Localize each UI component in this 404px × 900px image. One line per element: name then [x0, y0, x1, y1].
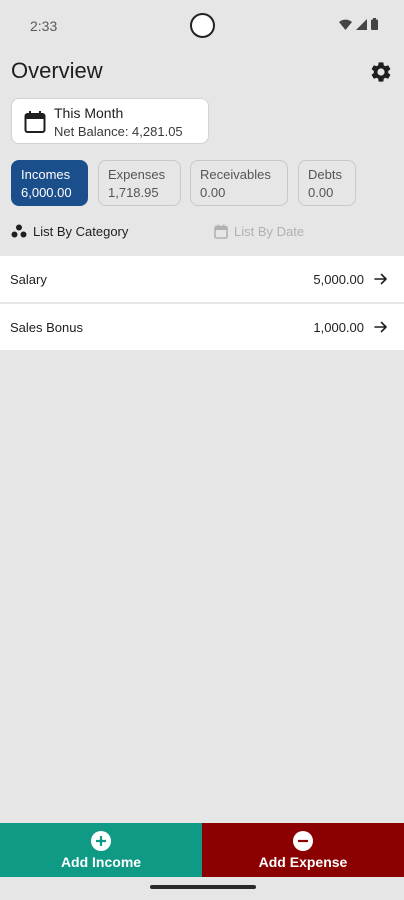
tab-incomes[interactable]: Incomes 6,000.00 — [11, 160, 88, 206]
minus-circle-icon — [293, 830, 313, 851]
bottom-action-bar: Add Income Add Expense — [0, 823, 404, 877]
period-selector[interactable]: This Month Net Balance: 4,281.05 — [11, 98, 209, 144]
list-item[interactable]: Sales Bonus 1,000.00 — [0, 304, 404, 352]
list-by-date-label: List By Date — [234, 223, 305, 239]
status-icons — [339, 18, 378, 30]
category-name: Sales Bonus — [10, 319, 83, 335]
add-income-button[interactable]: Add Income — [0, 823, 202, 877]
tab-label: Incomes — [21, 167, 71, 182]
add-income-label: Add Income — [60, 853, 142, 870]
category-amount: 1,000.00 — [313, 319, 364, 335]
arrow-right-icon — [374, 321, 387, 333]
tab-expenses[interactable]: Expenses 1,718.95 — [98, 160, 181, 206]
net-balance: Net Balance: 4,281.05 — [54, 124, 183, 139]
status-time: 2:33 — [30, 18, 58, 34]
status-bar: 2:33 — [0, 0, 404, 50]
settings-button[interactable] — [369, 60, 393, 84]
tab-receivables[interactable]: Receivables 0.00 — [190, 160, 288, 206]
tab-value: 0.00 — [308, 185, 334, 200]
page-title: Overview — [11, 58, 103, 83]
category-amount: 5,000.00 — [313, 271, 364, 287]
category-list: Salary 5,000.00 Sales Bonus 1,000.00 — [0, 256, 404, 352]
system-nav-bar — [0, 877, 404, 900]
category-right: 1,000.00 — [313, 320, 388, 335]
tab-label: Expenses — [108, 167, 166, 182]
gear-icon — [371, 62, 391, 82]
list-by-date-toggle[interactable]: List By Date — [214, 222, 304, 240]
battery-icon — [371, 18, 378, 30]
plus-circle-icon — [91, 830, 111, 851]
tab-debts[interactable]: Debts 0.00 — [298, 160, 356, 206]
tab-value: 1,718.95 — [108, 185, 159, 200]
add-expense-label: Add Expense — [258, 853, 348, 870]
tab-label: Debts — [308, 167, 342, 182]
category-name: Salary — [10, 271, 47, 287]
home-gesture-handle[interactable] — [150, 885, 256, 889]
category-right: 5,000.00 — [313, 272, 388, 287]
camera-cutout — [190, 13, 215, 38]
list-by-category-toggle[interactable]: List By Category — [11, 222, 128, 240]
signal-icon — [356, 18, 367, 30]
list-item[interactable]: Salary 5,000.00 — [0, 256, 404, 304]
calendar-icon — [24, 111, 46, 133]
category-icon — [11, 224, 27, 238]
period-label: This Month — [54, 105, 124, 121]
tab-value: 6,000.00 — [21, 185, 72, 200]
wifi-icon — [339, 19, 352, 30]
tab-label: Receivables — [200, 167, 271, 182]
tab-value: 0.00 — [200, 185, 226, 200]
add-expense-button[interactable]: Add Expense — [202, 823, 404, 877]
date-icon — [214, 224, 228, 239]
arrow-right-icon — [374, 273, 387, 285]
list-by-category-label: List By Category — [33, 223, 129, 239]
